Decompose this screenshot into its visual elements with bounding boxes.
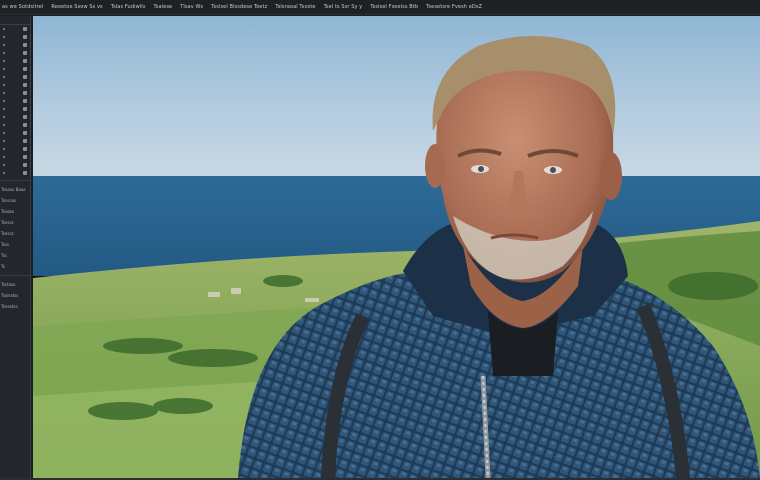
dot-icon [3,44,5,46]
tool-icon [23,99,27,103]
menu-item-9[interactable]: Tsslsel Fseelss Btb [370,4,418,10]
tool-row[interactable] [0,89,30,97]
tool-icon [23,43,27,47]
tool-row[interactable] [0,113,30,121]
dot-icon [3,100,5,102]
tool-icon [23,67,27,71]
panel-label-9[interactable]: Tsstaos [0,279,30,290]
menu-item-3[interactable]: Tslas Fudiwlls [111,4,146,10]
tool-icon [23,139,27,143]
tool-row[interactable] [0,105,30,113]
tool-icon [23,115,27,119]
menu-item-7[interactable]: Tslsraoal Tsoste [275,4,315,10]
dot-icon [3,172,5,174]
dot-icon [3,36,5,38]
panel-label-2[interactable]: Tsnssas [0,195,30,206]
dot-icon [3,108,5,110]
menu-bar: as we Sotdsitrel Reoetoe Ssow Ss vs Tsla… [0,0,760,15]
tool-icon [23,171,27,175]
tool-row[interactable] [0,153,30,161]
tool-row[interactable] [0,25,30,33]
dot-icon [3,156,5,158]
panel-label-6[interactable]: Tsss [0,239,30,250]
tool-icon [23,163,27,167]
panel-label-1[interactable]: Tsnasu Baas [0,184,30,195]
dot-icon [3,68,5,70]
panel-label-10[interactable]: Tsolsstss [0,290,30,301]
menu-item-8[interactable]: Tsel ts Ssr Sy y [324,4,363,10]
dot-icon [3,60,5,62]
panel-label-3[interactable]: Tsssae [0,206,30,217]
panel-label-4[interactable]: Tsnsss [0,217,30,228]
tool-row[interactable] [0,41,30,49]
dot-icon [3,28,5,30]
menu-item-5[interactable]: Tlsav Ws [180,4,203,10]
dot-icon [3,148,5,150]
tool-row[interactable] [0,33,30,41]
tool-icon [23,123,27,127]
tool-row[interactable] [0,81,30,89]
tool-icon [23,147,27,151]
tool-icon [23,75,27,79]
tool-icon [23,91,27,95]
tool-row[interactable] [0,129,30,137]
tool-row[interactable] [0,49,30,57]
panel-header [0,16,30,25]
tool-icon [23,107,27,111]
tool-row[interactable] [0,121,30,129]
menu-item-2[interactable]: Reoetoe Ssow Ss vs [51,4,102,10]
tool-icon [23,35,27,39]
menu-item-1[interactable]: as we Sotdsitrel [2,4,43,10]
left-tool-panel: Tsnasu Baas Tsnssas Tsssae Tsnsss Tsnsss… [0,16,31,480]
tool-row[interactable] [0,73,30,81]
menu-item-6[interactable]: Tsslsel Blssdese Toetz [211,4,267,10]
tool-row[interactable] [0,65,30,73]
tool-icon [23,155,27,159]
panel-divider [0,275,30,276]
tool-icon [23,59,27,63]
panel-label-5[interactable]: Tsnsss [0,228,30,239]
tool-row[interactable] [0,169,30,177]
dot-icon [3,164,5,166]
tool-icon [23,51,27,55]
dot-icon [3,140,5,142]
tool-row[interactable] [0,161,30,169]
dot-icon [3,116,5,118]
menu-item-4[interactable]: Tsalese [153,4,172,10]
menu-item-10[interactable]: Tsesetsre Fvesh eDsZ [426,4,482,10]
tool-icon [23,83,27,87]
tool-row[interactable] [0,57,30,65]
panel-label-7[interactable]: Tss [0,250,30,261]
dot-icon [3,132,5,134]
image-canvas[interactable] [33,16,760,478]
dot-icon [3,124,5,126]
tool-icon [23,131,27,135]
panel-label-11[interactable]: Tsnsetss [0,301,30,312]
photo-image [33,16,760,478]
tool-icon [23,27,27,31]
tool-row[interactable] [0,145,30,153]
dot-icon [3,84,5,86]
dot-icon [3,52,5,54]
dot-icon [3,92,5,94]
dot-icon [3,76,5,78]
tool-row[interactable] [0,97,30,105]
tool-row[interactable] [0,137,30,145]
panel-label-8[interactable]: Ts [0,261,30,272]
panel-divider [0,180,30,181]
